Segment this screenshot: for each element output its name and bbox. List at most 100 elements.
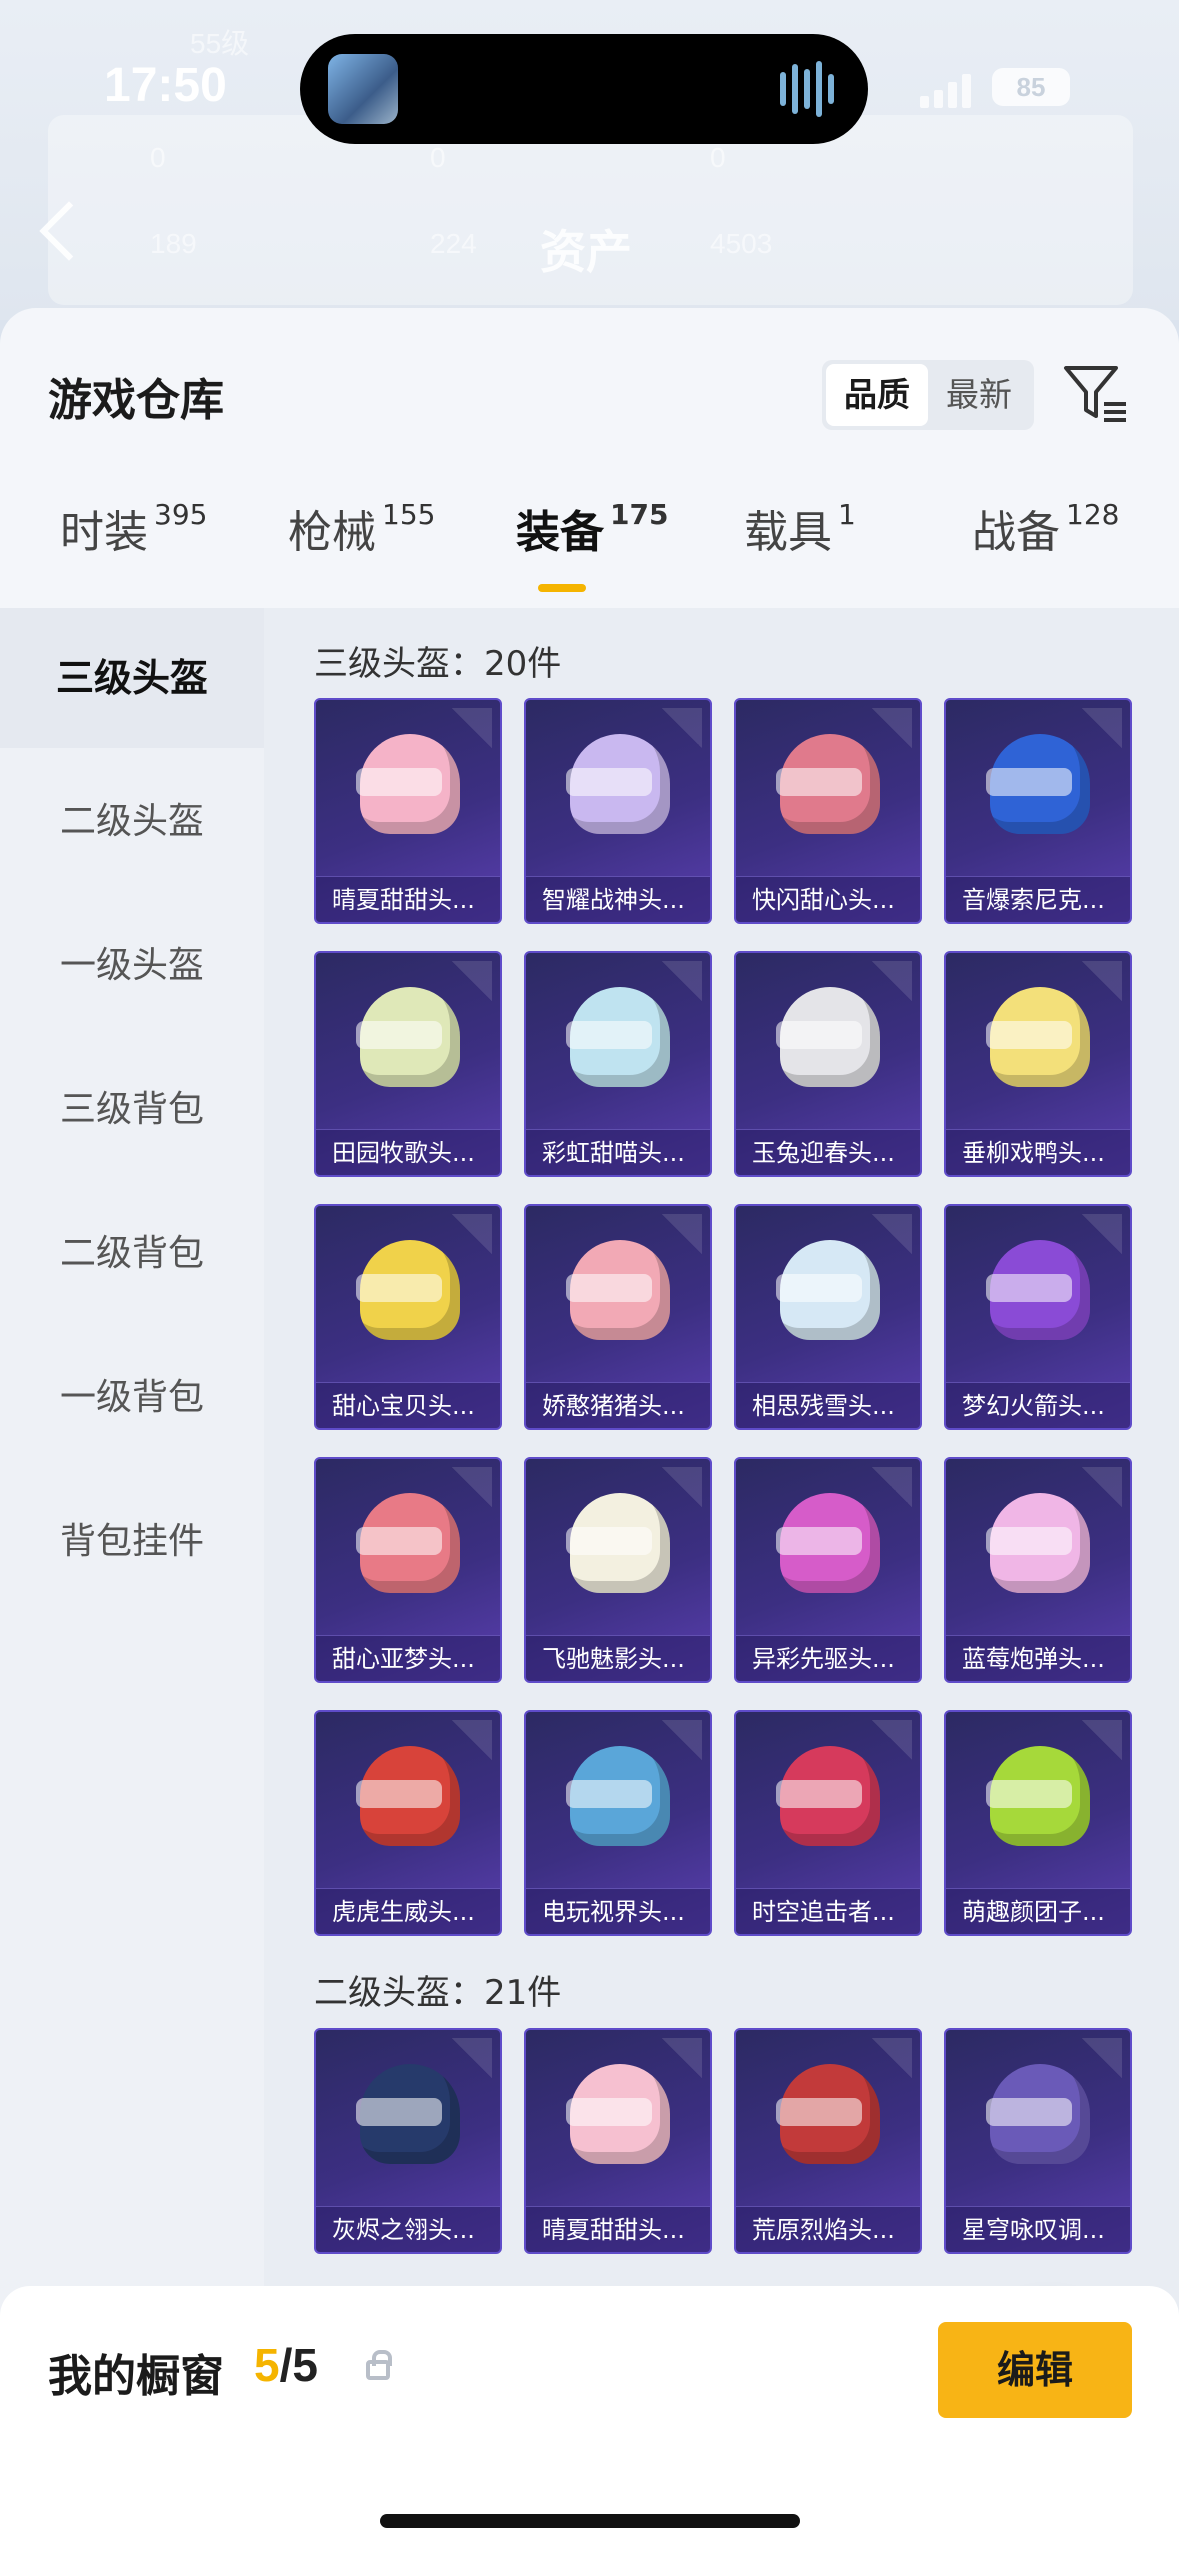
helmet-visor bbox=[566, 1780, 652, 1808]
helmet-visor bbox=[356, 1527, 442, 1555]
item-card[interactable]: 灰烬之翎头... bbox=[314, 2028, 502, 2254]
helmet-visor bbox=[986, 1527, 1072, 1555]
status-time: 17:50 bbox=[104, 59, 227, 112]
sidebar-item-level1-helmet[interactable]: 一级头盔 bbox=[0, 896, 264, 1036]
helmet-visor bbox=[566, 1274, 652, 1302]
tab-firearms[interactable]: 枪械 155 bbox=[288, 496, 435, 596]
helmet-visor bbox=[356, 768, 442, 796]
audio-wave-icon bbox=[780, 72, 786, 106]
item-card[interactable]: 荒原烈焰头... bbox=[734, 2028, 922, 2254]
item-card[interactable]: 梦幻火箭头... bbox=[944, 1204, 1132, 1430]
item-name: 甜心宝贝头... bbox=[316, 1382, 500, 1428]
item-name: 电玩视界头... bbox=[526, 1888, 710, 1934]
tab-supplies[interactable]: 战备 128 bbox=[972, 496, 1119, 596]
sort-by-quality[interactable]: 品质 bbox=[826, 364, 928, 426]
item-name: 蓝莓炮弹头... bbox=[946, 1635, 1130, 1681]
warehouse-sheet: 游戏仓库 品质 最新 时装 395 枪械 155 装备 175 载具 1 战备 128 三… bbox=[0, 308, 1179, 2556]
sidebar-item-backpack-charm[interactable]: 背包挂件 bbox=[0, 1472, 264, 1612]
tab-vehicles[interactable]: 载具 1 bbox=[744, 496, 856, 596]
helmet-visor bbox=[986, 1780, 1072, 1808]
item-name: 梦幻火箭头... bbox=[946, 1382, 1130, 1428]
helmet-visor bbox=[776, 768, 862, 796]
now-playing-thumbnail bbox=[328, 54, 398, 124]
helmet-visor bbox=[776, 1274, 862, 1302]
item-name: 音爆索尼克... bbox=[946, 876, 1130, 922]
item-name: 玉兔迎春头... bbox=[736, 1129, 920, 1175]
item-card[interactable]: 时空追击者... bbox=[734, 1710, 922, 1936]
item-card[interactable]: 玉兔迎春头... bbox=[734, 951, 922, 1177]
item-name: 虎虎生威头... bbox=[316, 1888, 500, 1934]
item-card[interactable]: 音爆索尼克... bbox=[944, 698, 1132, 924]
showcase-label: 我的橱窗 bbox=[48, 2351, 224, 2402]
item-name: 荒原烈焰头... bbox=[736, 2206, 920, 2252]
sort-by-latest[interactable]: 最新 bbox=[928, 364, 1030, 426]
item-card[interactable]: 萌趣颜团子... bbox=[944, 1710, 1132, 1936]
sidebar-item-level3-backpack[interactable]: 三级背包 bbox=[0, 1040, 264, 1180]
tab-count: 175 bbox=[610, 498, 669, 531]
tab-count: 395 bbox=[154, 498, 208, 531]
sidebar-item-level1-backpack[interactable]: 一级背包 bbox=[0, 1328, 264, 1468]
tab-count: 155 bbox=[382, 498, 436, 531]
section-header-level2-helmet: 二级头盔：21件 bbox=[314, 1973, 562, 2013]
tab-equipment[interactable]: 装备 175 bbox=[516, 496, 668, 596]
showcase-count: 5/5 bbox=[254, 2339, 318, 2391]
background-title: 资产 bbox=[540, 226, 632, 278]
item-name: 晴夏甜甜头... bbox=[316, 876, 500, 922]
item-card[interactable]: 晴夏甜甜头... bbox=[524, 2028, 712, 2254]
item-name: 时空追击者... bbox=[736, 1888, 920, 1934]
helmet-visor bbox=[356, 2098, 442, 2126]
item-card[interactable]: 甜心宝贝头... bbox=[314, 1204, 502, 1430]
background-stat: 224 bbox=[430, 228, 477, 259]
helmet-visor bbox=[986, 2098, 1072, 2126]
item-card[interactable]: 智耀战神头... bbox=[524, 698, 712, 924]
tab-fashion[interactable]: 时装 395 bbox=[60, 496, 207, 596]
item-card[interactable]: 甜心亚梦头... bbox=[314, 1457, 502, 1683]
warehouse-body: 三级头盔 二级头盔 一级头盔 三级背包 二级背包 一级背包 背包挂件 三级头盔：… bbox=[0, 608, 1179, 2556]
background-stat: 0 bbox=[150, 142, 166, 173]
sidebar-item-level2-backpack[interactable]: 二级背包 bbox=[0, 1184, 264, 1324]
item-card[interactable]: 垂柳戏鸭头... bbox=[944, 951, 1132, 1177]
tab-count: 1 bbox=[838, 498, 856, 531]
background-level: 55级 bbox=[190, 28, 250, 59]
lock-icon bbox=[366, 2350, 392, 2380]
helmet-visor bbox=[776, 1021, 862, 1049]
item-name: 甜心亚梦头... bbox=[316, 1635, 500, 1681]
item-card[interactable]: 飞驰魅影头... bbox=[524, 1457, 712, 1683]
dynamic-island bbox=[300, 34, 868, 144]
item-card[interactable]: 虎虎生威头... bbox=[314, 1710, 502, 1936]
item-name: 飞驰魅影头... bbox=[526, 1635, 710, 1681]
item-card[interactable]: 田园牧歌头... bbox=[314, 951, 502, 1177]
helmet-visor bbox=[776, 1527, 862, 1555]
home-indicator bbox=[380, 2514, 800, 2528]
item-card[interactable]: 晴夏甜甜头... bbox=[314, 698, 502, 924]
item-card[interactable]: 异彩先驱头... bbox=[734, 1457, 922, 1683]
item-card[interactable]: 电玩视界头... bbox=[524, 1710, 712, 1936]
item-name: 晴夏甜甜头... bbox=[526, 2206, 710, 2252]
item-name: 田园牧歌头... bbox=[316, 1129, 500, 1175]
item-card[interactable]: 快闪甜心头... bbox=[734, 698, 922, 924]
item-name: 相思残雪头... bbox=[736, 1382, 920, 1428]
item-card[interactable]: 彩虹甜喵头... bbox=[524, 951, 712, 1177]
item-grid-area: 三级头盔：20件 晴夏甜甜头... 智耀战神头... 快闪甜心头... 音爆索尼克..… bbox=[264, 608, 1179, 2556]
item-name: 垂柳戏鸭头... bbox=[946, 1129, 1130, 1175]
helmet-visor bbox=[356, 1780, 442, 1808]
helmet-visor bbox=[986, 1021, 1072, 1049]
tab-count: 128 bbox=[1066, 498, 1120, 531]
sheet-title: 游戏仓库 bbox=[48, 375, 224, 426]
item-card[interactable]: 相思残雪头... bbox=[734, 1204, 922, 1430]
item-card[interactable]: 星穹咏叹调... bbox=[944, 2028, 1132, 2254]
filter-icon[interactable] bbox=[1060, 358, 1130, 428]
item-name: 智耀战神头... bbox=[526, 876, 710, 922]
sidebar-item-level2-helmet[interactable]: 二级头盔 bbox=[0, 752, 264, 892]
item-name: 娇憨猪猪头... bbox=[526, 1382, 710, 1428]
item-card[interactable]: 娇憨猪猪头... bbox=[524, 1204, 712, 1430]
item-card[interactable]: 蓝莓炮弹头... bbox=[944, 1457, 1132, 1683]
section-header-level3-helmet: 三级头盔：20件 bbox=[314, 644, 562, 684]
item-name: 星穹咏叹调... bbox=[946, 2206, 1130, 2252]
helmet-visor bbox=[566, 1527, 652, 1555]
background-stat: 0 bbox=[430, 142, 446, 173]
sidebar-item-level3-helmet[interactable]: 三级头盔 bbox=[0, 608, 264, 748]
edit-button[interactable]: 编辑 bbox=[938, 2322, 1132, 2418]
helmet-visor bbox=[986, 1274, 1072, 1302]
item-name: 灰烬之翎头... bbox=[316, 2206, 500, 2252]
